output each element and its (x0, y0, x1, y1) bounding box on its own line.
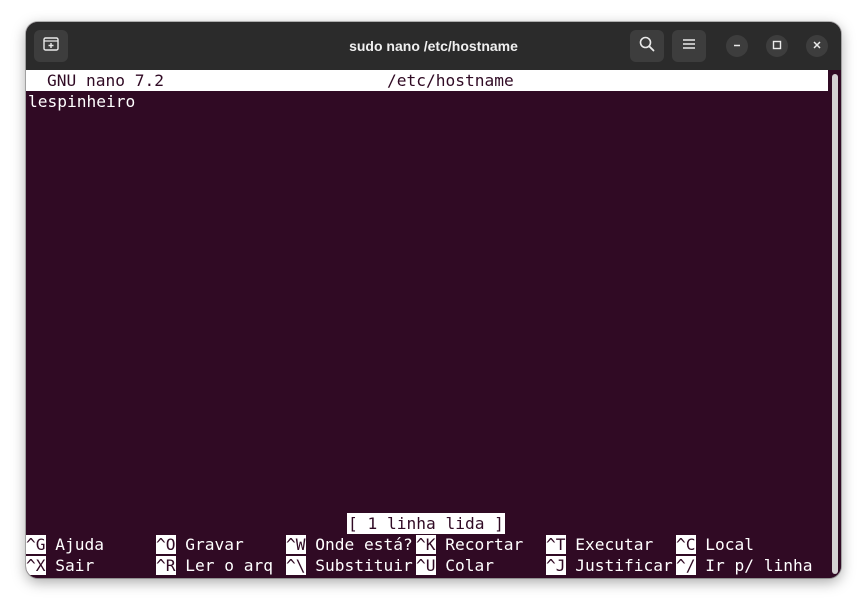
shortcut-save[interactable]: ^O Gravar (156, 534, 244, 555)
status-message: [ 1 linha lida ] (347, 513, 505, 534)
shortcut-cut[interactable]: ^K Recortar (416, 534, 523, 555)
terminal-window: sudo nano /etc/hostname GNU nano 7.2 /et… (26, 22, 841, 578)
shortcut-exit[interactable]: ^X Sair (26, 555, 94, 576)
shortcut-replace[interactable]: ^\ Substituir (286, 555, 413, 576)
terminal-area[interactable]: GNU nano 7.2 /etc/hostname lespinheiro [… (26, 70, 841, 578)
shortcut-justify[interactable]: ^J Justificar (546, 555, 673, 576)
shortcut-read-file[interactable]: ^R Ler o arq (156, 555, 273, 576)
search-icon (639, 36, 655, 57)
shortcut-row-1: ^G Ajuda ^O Gravar ^W Onde está? ^K Reco… (26, 534, 841, 555)
new-tab-button[interactable] (34, 30, 68, 62)
minimize-button[interactable] (726, 35, 748, 57)
shortcut-help[interactable]: ^G Ajuda (26, 534, 104, 555)
titlebar: sudo nano /etc/hostname (26, 22, 841, 70)
shortcut-go-to-line[interactable]: ^/ Ir p/ linha (676, 555, 812, 576)
menu-button[interactable] (672, 30, 706, 62)
shortcut-where-is[interactable]: ^W Onde está? (286, 534, 413, 555)
nano-version: GNU nano 7.2 (47, 71, 164, 90)
minimize-icon (732, 37, 742, 55)
search-button[interactable] (630, 30, 664, 62)
window-title: sudo nano /etc/hostname (349, 38, 518, 54)
maximize-icon (772, 37, 782, 55)
new-tab-icon (43, 36, 59, 56)
shortcut-execute[interactable]: ^T Executar (546, 534, 653, 555)
scrollbar[interactable] (832, 74, 838, 574)
shortcut-row-2: ^X Sair ^R Ler o arq ^\ Substituir ^U Co… (26, 555, 841, 576)
shortcut-location[interactable]: ^C Local (676, 534, 754, 555)
maximize-button[interactable] (766, 35, 788, 57)
shortcut-paste[interactable]: ^U Colar (416, 555, 494, 576)
nano-header-bar: GNU nano 7.2 /etc/hostname (26, 70, 828, 91)
file-content-line[interactable]: lespinheiro (28, 91, 135, 112)
hamburger-menu-icon (682, 37, 696, 55)
nano-filename: /etc/hostname (387, 71, 514, 90)
close-button[interactable] (806, 35, 828, 57)
close-icon (812, 37, 822, 55)
